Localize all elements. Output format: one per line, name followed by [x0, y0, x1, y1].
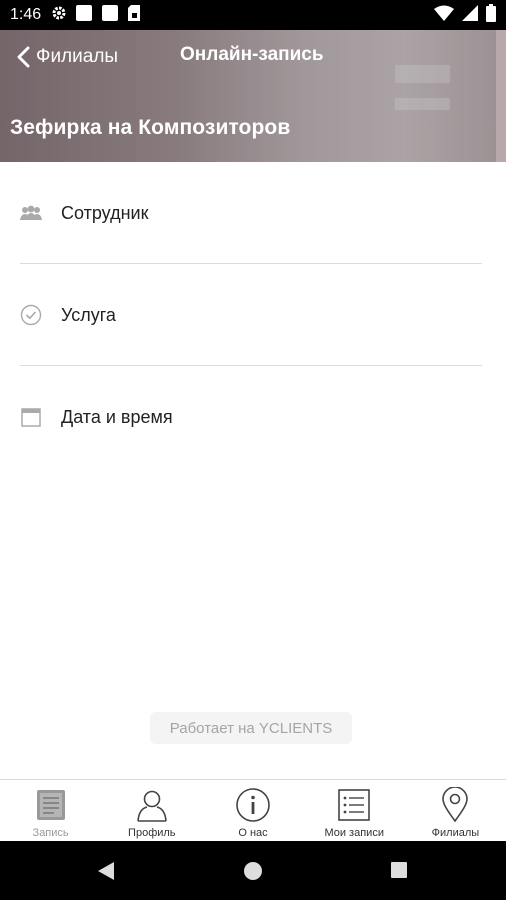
back-label: Филиалы [36, 46, 119, 67]
notebook-icon [34, 787, 68, 823]
notification-icon-2 [101, 4, 119, 27]
settings-icon [51, 5, 67, 26]
step-label: Услуга [61, 304, 116, 325]
list-icon [337, 787, 371, 823]
tab-label: Мои записи [324, 827, 384, 839]
powered-by-badge[interactable]: Работает на YCLIENTS [150, 712, 352, 744]
tab-label: Филиалы [431, 827, 480, 839]
home-circle-icon[interactable] [243, 861, 263, 881]
tab-branches[interactable]: Филиалы [405, 780, 506, 841]
step-datetime[interactable]: Дата и время [0, 366, 506, 468]
check-circle-icon [20, 304, 42, 326]
status-bar: 1:46 [0, 0, 506, 30]
recents-square-icon[interactable] [390, 861, 408, 879]
step-label: Сотрудник [61, 202, 149, 223]
sim-card-icon [127, 4, 141, 27]
calendar-icon [20, 406, 42, 428]
back-triangle-icon[interactable] [96, 861, 116, 881]
page-title: Онлайн-запись [180, 44, 324, 65]
booking-steps-list: Сотрудник Услуга Дата и время [0, 162, 506, 468]
step-employee[interactable]: Сотрудник [0, 162, 506, 264]
signal-icon [462, 4, 478, 26]
branch-header: Филиалы Онлайн-запись Зефирка на Компози… [0, 30, 506, 162]
location-pin-icon [441, 787, 469, 823]
tab-about[interactable]: О нас [202, 780, 303, 841]
user-icon [135, 787, 169, 823]
tab-label: О нас [238, 827, 268, 839]
tab-label: Запись [32, 827, 69, 839]
people-icon [20, 202, 42, 224]
tab-booking[interactable]: Запись [0, 780, 101, 841]
back-button[interactable]: Филиалы [0, 46, 118, 68]
branch-name: Зефирка на Композиторов [10, 116, 291, 139]
tab-bar: Запись Профиль О нас Мои записи Филиалы [0, 779, 506, 841]
step-label: Дата и время [61, 406, 173, 427]
battery-icon [486, 3, 496, 27]
chevron-left-icon [17, 46, 30, 68]
info-icon [235, 787, 271, 823]
status-time: 1:46 [10, 6, 42, 23]
tab-profile[interactable]: Профиль [101, 780, 202, 841]
system-nav-bar [0, 841, 506, 900]
tab-label: Профиль [128, 827, 176, 839]
tab-my-bookings[interactable]: Мои записи [304, 780, 405, 841]
step-service[interactable]: Услуга [0, 264, 506, 366]
notification-icon [75, 4, 93, 27]
wifi-icon [434, 5, 454, 26]
